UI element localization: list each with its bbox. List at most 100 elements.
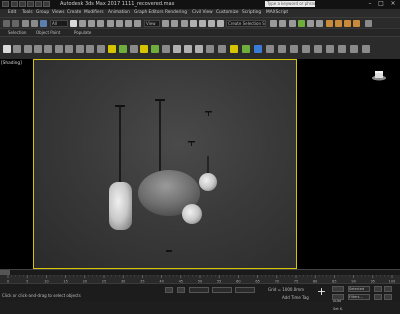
grid-icon[interactable] bbox=[350, 45, 358, 53]
menu-tools[interactable]: Tools bbox=[22, 10, 33, 15]
menu-customize[interactable]: Customize bbox=[216, 10, 239, 15]
move-icon[interactable] bbox=[108, 45, 116, 53]
menu-graph-editors[interactable]: Graph Editors bbox=[134, 10, 164, 15]
curve-editor-icon[interactable] bbox=[307, 20, 314, 27]
undo-icon[interactable] bbox=[3, 20, 10, 27]
snaps-toggle-icon[interactable] bbox=[190, 20, 197, 27]
small-globe-pendant-lamp[interactable] bbox=[199, 173, 217, 191]
x-axis-icon[interactable] bbox=[230, 45, 238, 53]
working-pivot-icon[interactable] bbox=[362, 45, 370, 53]
pivot-icon[interactable] bbox=[13, 45, 21, 53]
toggle-ribbon-icon[interactable] bbox=[298, 20, 305, 27]
timeline-bar[interactable]: 0 5 10 15 20 25 30 35 40 45 50 55 60 65 70 75 80 85 90 95 10… bbox=[0, 269, 400, 284]
menu-create[interactable]: Create bbox=[67, 10, 81, 15]
zoom-extents-icon[interactable] bbox=[384, 294, 392, 300]
object-paint-icon[interactable] bbox=[97, 45, 105, 53]
freeform-icon[interactable] bbox=[86, 45, 94, 53]
align-axis-icon[interactable] bbox=[218, 45, 226, 53]
menu-views[interactable]: Views bbox=[52, 10, 64, 15]
material-editor-icon[interactable] bbox=[326, 20, 333, 27]
select-scale-icon[interactable] bbox=[125, 20, 132, 27]
reference-coordinate-dropdown[interactable]: View bbox=[144, 20, 160, 27]
redo-button[interactable] bbox=[43, 1, 50, 7]
plus-icon[interactable]: + bbox=[316, 286, 327, 297]
binoculars-icon[interactable] bbox=[320, 1, 326, 16]
link-icon[interactable] bbox=[22, 20, 29, 27]
named-selection-set-dropdown[interactable]: Create Selection Se bbox=[226, 20, 266, 27]
mirror-axis-icon[interactable] bbox=[206, 45, 214, 53]
hierarchy-icon[interactable] bbox=[24, 45, 32, 53]
transform-gizmo-icon[interactable] bbox=[278, 45, 286, 53]
right-viewport-panel[interactable] bbox=[297, 59, 400, 269]
layers-icon[interactable] bbox=[65, 45, 73, 53]
rotate-icon[interactable] bbox=[119, 45, 127, 53]
align-icon[interactable] bbox=[279, 20, 286, 27]
menu-maxscript[interactable]: MAXScript bbox=[266, 10, 288, 15]
y-axis-icon[interactable] bbox=[242, 45, 250, 53]
parent-icon[interactable] bbox=[326, 45, 334, 53]
go-to-start-icon[interactable] bbox=[374, 286, 382, 292]
spinner-snap-icon[interactable] bbox=[217, 20, 224, 27]
motion-icon[interactable] bbox=[34, 45, 42, 53]
percent-icon[interactable] bbox=[195, 45, 203, 53]
local-icon[interactable] bbox=[290, 45, 298, 53]
select-manipulate-icon[interactable] bbox=[171, 20, 178, 27]
undo-button[interactable] bbox=[35, 1, 42, 7]
pointer-icon[interactable] bbox=[3, 45, 11, 53]
tab-populate[interactable]: Populate bbox=[74, 30, 91, 35]
search-input[interactable]: Type a keyword or phrase bbox=[265, 1, 315, 7]
render-setup-icon[interactable] bbox=[335, 20, 342, 27]
menu-rendering[interactable]: Rendering bbox=[165, 10, 187, 15]
menu-animation[interactable]: Animation bbox=[108, 10, 130, 15]
play-icon[interactable] bbox=[384, 286, 392, 292]
minimize-icon[interactable]: – bbox=[365, 0, 375, 8]
graphite-icon[interactable] bbox=[76, 45, 84, 53]
left-viewport-panel[interactable] bbox=[0, 59, 33, 269]
y-coordinate-field[interactable] bbox=[212, 287, 232, 293]
schematic-view-icon[interactable] bbox=[316, 20, 323, 27]
xy-plane-icon[interactable] bbox=[266, 45, 274, 53]
lock-selection-icon[interactable] bbox=[165, 287, 173, 293]
display-icon[interactable] bbox=[44, 45, 52, 53]
screen-icon[interactable] bbox=[314, 45, 322, 53]
viewport-label[interactable]: [Shading] bbox=[1, 61, 22, 66]
menu-civil-view[interactable]: Civil View bbox=[192, 10, 213, 15]
perspective-viewport[interactable] bbox=[33, 59, 297, 269]
cylinder-pendant-lamp[interactable] bbox=[109, 182, 132, 230]
percent-snap-icon[interactable] bbox=[208, 20, 215, 27]
z-axis-icon[interactable] bbox=[254, 45, 262, 53]
cart-icon[interactable] bbox=[340, 1, 346, 15]
time-config-icon[interactable] bbox=[374, 294, 382, 300]
place-icon[interactable] bbox=[162, 45, 170, 53]
auto-key-button[interactable]: Auto bbox=[332, 286, 344, 303]
menu-group[interactable]: Group bbox=[36, 10, 49, 15]
save-file-button[interactable] bbox=[27, 1, 34, 7]
open-file-button[interactable] bbox=[19, 1, 26, 7]
rendered-frame-window-icon[interactable] bbox=[344, 20, 351, 27]
pivot-center-icon[interactable] bbox=[162, 20, 169, 27]
absolute-mode-icon[interactable] bbox=[177, 287, 185, 293]
tab-selection[interactable]: Selection bbox=[8, 30, 26, 35]
render-production-icon[interactable] bbox=[353, 20, 360, 27]
workspace-icon[interactable] bbox=[365, 20, 372, 27]
snap-icon[interactable] bbox=[173, 45, 181, 53]
window-crossing-icon[interactable] bbox=[97, 20, 104, 27]
viewcube-icon[interactable] bbox=[371, 69, 387, 81]
menu-edit[interactable]: Edit bbox=[8, 10, 16, 15]
utilities-icon[interactable] bbox=[55, 45, 63, 53]
select-rotate-icon[interactable] bbox=[116, 20, 123, 27]
add-time-tag[interactable]: Add Time Tag bbox=[282, 295, 309, 300]
gimbal-icon[interactable] bbox=[338, 45, 346, 53]
rectangular-selection-icon[interactable] bbox=[88, 20, 95, 27]
bind-space-warp-icon[interactable] bbox=[40, 20, 47, 27]
select-object-icon[interactable] bbox=[70, 20, 77, 27]
app-menu-button[interactable] bbox=[2, 1, 9, 7]
filters-button[interactable]: Filters... bbox=[348, 294, 370, 300]
keyboard-shortcut-icon[interactable] bbox=[181, 20, 188, 27]
close-icon[interactable]: × bbox=[388, 0, 398, 8]
tab-object-paint[interactable]: Object Paint bbox=[36, 30, 60, 35]
user-icon[interactable] bbox=[330, 1, 336, 16]
selection-filter-dropdown[interactable]: All bbox=[50, 20, 68, 27]
small-globe-pendant-lamp[interactable] bbox=[182, 204, 202, 224]
key-filter-dropdown[interactable]: Selected bbox=[348, 286, 370, 292]
